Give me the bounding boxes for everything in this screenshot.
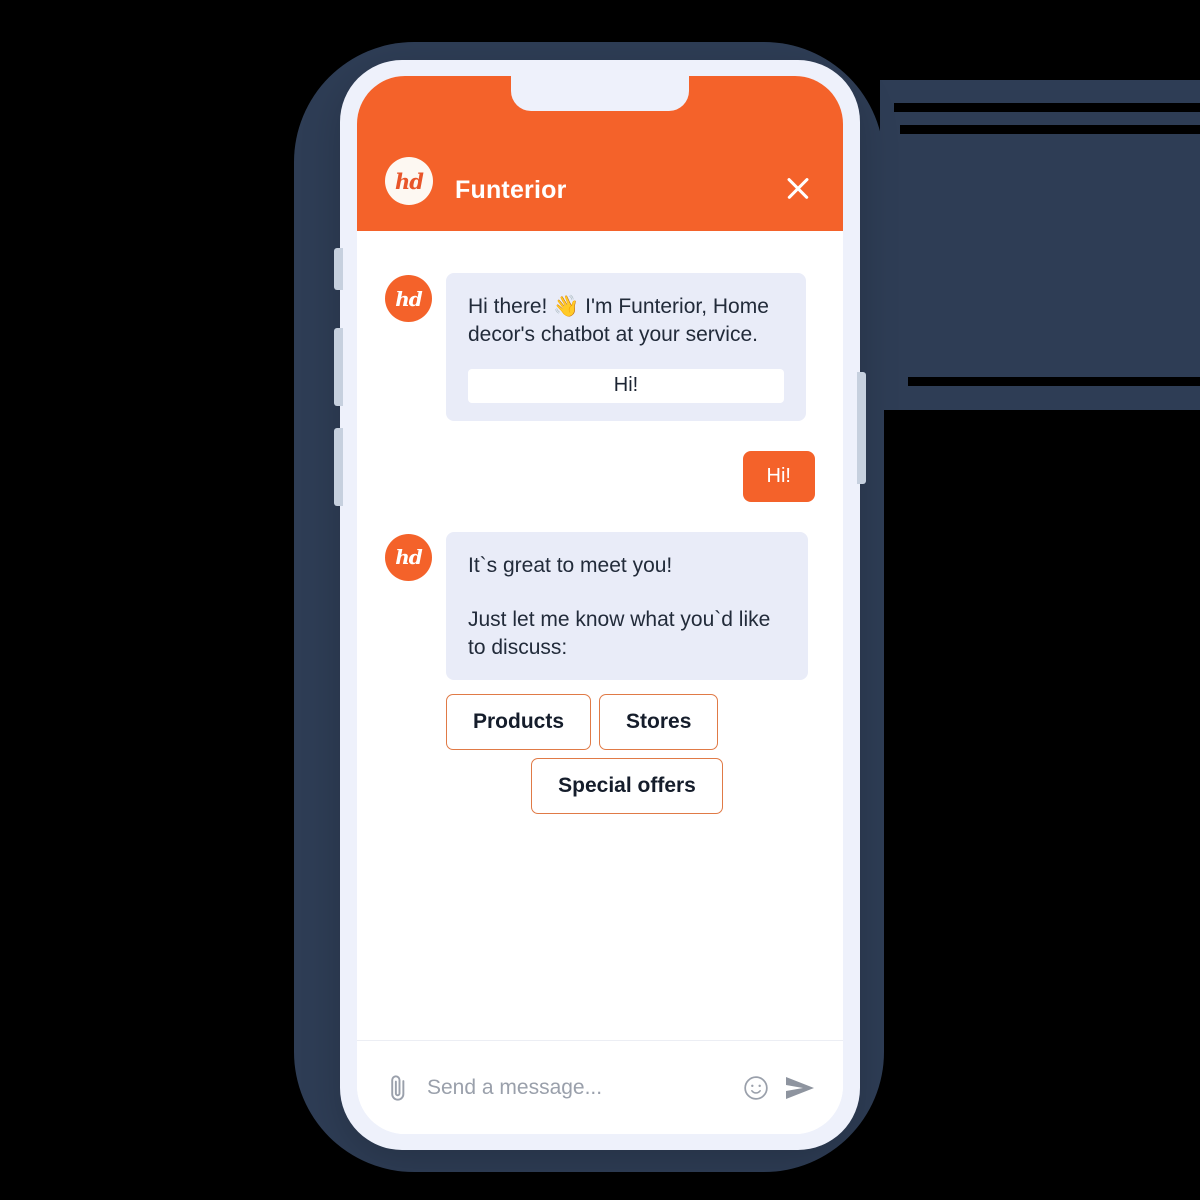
avatar: hd xyxy=(385,157,433,205)
chat-message-bot: hd It`s great to meet you! Just let me k… xyxy=(385,531,815,680)
phone-silent-switch[interactable] xyxy=(334,248,343,290)
phone-notch xyxy=(511,76,689,111)
message-text: It`s great to meet you! xyxy=(468,553,673,577)
quick-reply-row: Special offers xyxy=(446,757,808,814)
avatar: hd xyxy=(385,533,432,581)
inline-quick-reply-button[interactable]: Hi! xyxy=(468,368,784,403)
phone-volume-down-button[interactable] xyxy=(334,428,343,506)
phone-power-button[interactable] xyxy=(857,372,866,484)
quick-reply-stores[interactable]: Stores xyxy=(599,693,719,750)
paperclip-icon[interactable] xyxy=(385,1073,411,1103)
avatar-initials: hd xyxy=(395,168,424,194)
chat-message-user: Hi! xyxy=(385,450,815,502)
message-bubble-bot: Hi there! 👋 I'm Funterior, Home decor's … xyxy=(446,273,806,421)
phone-volume-up-button[interactable] xyxy=(334,328,343,406)
smiley-icon[interactable] xyxy=(743,1075,769,1101)
page-title: Funterior xyxy=(455,176,567,204)
close-icon[interactable] xyxy=(781,171,815,205)
decorative-line-3 xyxy=(908,377,1200,386)
message-text: Hi there! 👋 I'm Funterior, Home decor's … xyxy=(468,295,769,346)
avatar-initials: hd xyxy=(395,545,423,570)
send-icon[interactable] xyxy=(785,1075,815,1101)
message-bubble-bot: It`s great to meet you! Just let me know… xyxy=(446,531,808,680)
quick-reply-group: Products Stores Special offers xyxy=(446,693,808,814)
quick-reply-special-offers[interactable]: Special offers xyxy=(531,757,723,814)
screenshot-canvas: hd Funterior hd Hi there! 👋 I'm Funterio… xyxy=(0,0,1200,1200)
chat-header: hd Funterior xyxy=(357,76,843,231)
quick-reply-products[interactable]: Products xyxy=(446,693,592,750)
decorative-line-1 xyxy=(894,103,1200,112)
avatar-initials: hd xyxy=(395,286,423,311)
chat-message-list: hd Hi there! 👋 I'm Funterior, Home decor… xyxy=(357,231,843,1040)
phone-screen: hd Funterior hd Hi there! 👋 I'm Funterio… xyxy=(357,76,843,1134)
message-text: Just let me know what you`d like to disc… xyxy=(468,607,771,659)
avatar: hd xyxy=(385,275,432,322)
message-composer xyxy=(357,1040,843,1134)
message-bubble-user: Hi! xyxy=(742,450,815,502)
search-input[interactable] xyxy=(427,1075,727,1100)
chat-message-bot: hd Hi there! 👋 I'm Funterior, Home decor… xyxy=(385,273,815,421)
phone-mockup: hd Funterior hd Hi there! 👋 I'm Funterio… xyxy=(334,60,866,1150)
decorative-line-2 xyxy=(900,125,1200,134)
